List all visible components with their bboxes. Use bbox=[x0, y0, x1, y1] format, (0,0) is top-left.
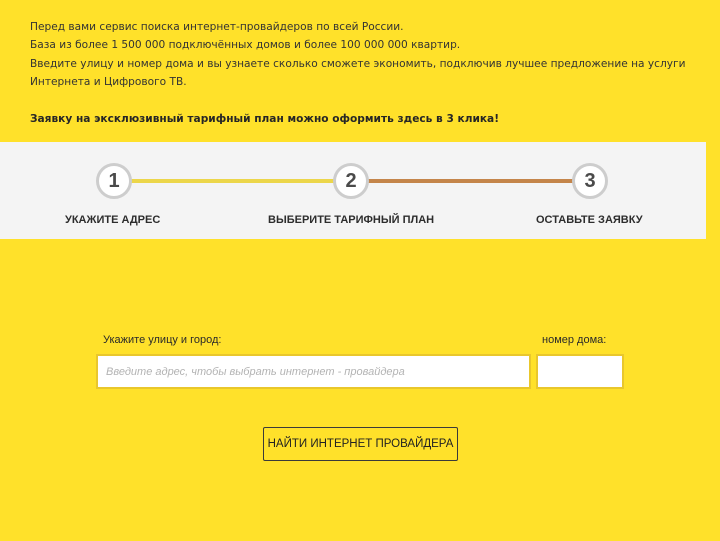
street-label: Укажите улицу и город: bbox=[103, 334, 222, 346]
intro-cta: Заявку на эксклюзивный тарифный план мож… bbox=[30, 113, 500, 126]
house-number-label: номер дома: bbox=[542, 334, 607, 346]
street-input[interactable] bbox=[96, 354, 531, 389]
step-2-number: 2 bbox=[333, 163, 369, 199]
progress-line-1 bbox=[120, 179, 350, 183]
intro-line-3: Введите улицу и номер дома и вы узнаете … bbox=[30, 57, 686, 89]
intro-line-2: База из более 1 500 000 подключённых дом… bbox=[30, 39, 461, 52]
step-3-number: 3 bbox=[572, 163, 608, 199]
house-number-input[interactable] bbox=[536, 354, 624, 389]
intro-text: Перед вами сервис поиска интернет-провай… bbox=[30, 18, 700, 128]
step-1-label: УКАЖИТЕ АДРЕС bbox=[65, 214, 161, 226]
progress-line-2 bbox=[355, 179, 589, 183]
step-1-number: 1 bbox=[96, 163, 132, 199]
step-3-label: ОСТАВЬТЕ ЗАЯВКУ bbox=[536, 214, 643, 226]
find-provider-button[interactable]: НАЙТИ ИНТЕРНЕТ ПРОВАЙДЕРА bbox=[263, 427, 458, 461]
intro-line-1: Перед вами сервис поиска интернет-провай… bbox=[30, 21, 404, 33]
step-2-label: ВЫБЕРИТЕ ТАРИФНЫЙ ПЛАН bbox=[268, 214, 435, 226]
steps-progress: 1 2 3 УКАЖИТЕ АДРЕС ВЫБЕРИТЕ ТАРИФНЫЙ ПЛ… bbox=[0, 142, 706, 239]
